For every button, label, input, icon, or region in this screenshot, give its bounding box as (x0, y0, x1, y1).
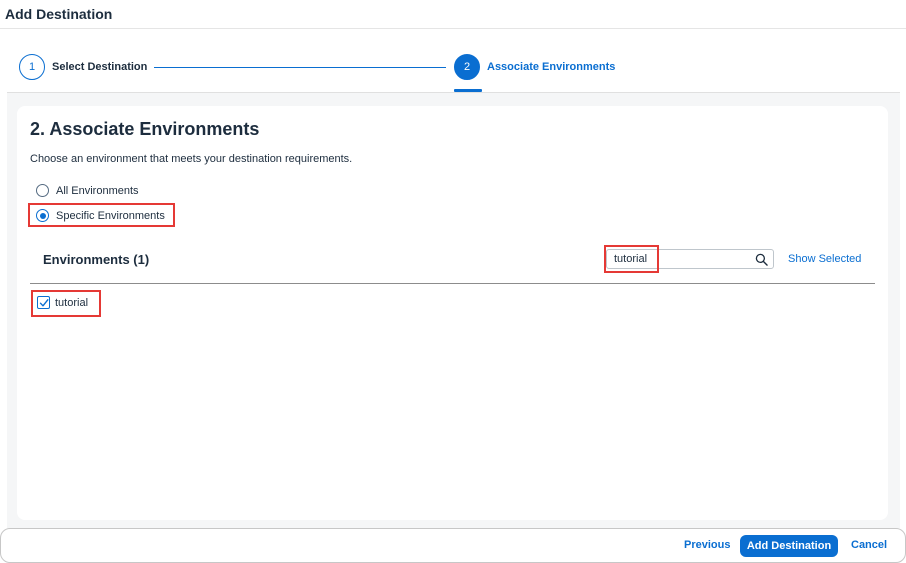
step-label-select-destination: Select Destination (52, 61, 148, 73)
previous-button[interactable]: Previous (684, 539, 730, 551)
step-connector (154, 67, 446, 68)
dialog-footer: Previous Add Destination Cancel (0, 528, 906, 563)
highlight-box-checkbox (31, 290, 101, 317)
step-label-associate-environments: Associate Environments (487, 61, 616, 73)
table-divider (30, 283, 875, 284)
radio-button-unchecked[interactable] (36, 184, 49, 197)
section-title: 2. Associate Environments (30, 119, 260, 139)
step-number-2: 2 (454, 54, 480, 80)
wizard-step-associate-environments[interactable]: 2 Associate Environments (454, 54, 615, 80)
dialog-header: Add Destination (0, 0, 906, 29)
section-description: Choose an environment that meets your de… (30, 153, 353, 165)
radio-all-environments[interactable]: All Environments (36, 184, 139, 197)
search-icon[interactable] (755, 253, 768, 266)
associate-environments-card: 2. Associate Environments Choose an envi… (17, 106, 888, 520)
show-selected-link[interactable]: Show Selected (788, 253, 861, 265)
cancel-button[interactable]: Cancel (851, 539, 887, 551)
wizard-step-select-destination[interactable]: 1 Select Destination (19, 54, 147, 80)
step-number-1: 1 (19, 54, 45, 80)
radio-label-all-environments: All Environments (56, 184, 139, 197)
highlight-box-search (604, 245, 659, 273)
wizard-progress: 1 Select Destination 2 Associate Environ… (0, 29, 906, 92)
highlight-box-radio (28, 203, 175, 227)
add-destination-button[interactable]: Add Destination (740, 535, 838, 557)
environments-title: Environments (1) (43, 252, 150, 267)
dialog-title: Add Destination (5, 6, 113, 22)
